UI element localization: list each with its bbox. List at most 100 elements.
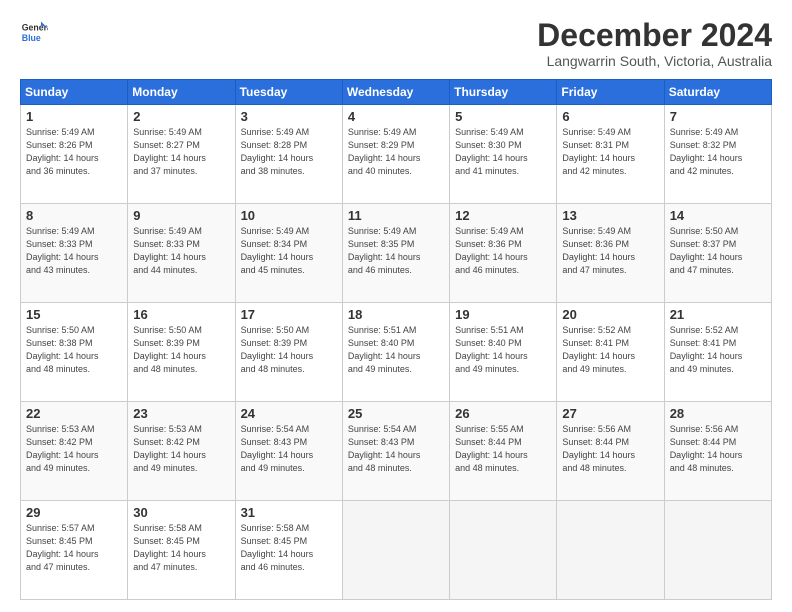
day-info: Sunrise: 5:50 AM Sunset: 8:39 PM Dayligh… (241, 324, 337, 376)
day-number: 9 (133, 208, 229, 223)
day-info: Sunrise: 5:54 AM Sunset: 8:43 PM Dayligh… (241, 423, 337, 475)
day-cell-8: 8Sunrise: 5:49 AM Sunset: 8:33 PM Daylig… (21, 204, 128, 303)
day-number: 21 (670, 307, 766, 322)
day-number: 30 (133, 505, 229, 520)
day-cell-23: 23 Sunrise: 5:53 AM Sunset: 8:42 PM Dayli… (128, 402, 235, 501)
weekday-header-friday: Friday (557, 80, 664, 105)
day-number: 22 (26, 406, 122, 421)
day-info: Sunrise: 5:57 AM Sunset: 8:45 PM Dayligh… (26, 522, 122, 574)
weekday-header-monday: Monday (128, 80, 235, 105)
day-cell-17: 17Sunrise: 5:50 AM Sunset: 8:39 PM Dayli… (235, 303, 342, 402)
day-number: 28 (670, 406, 766, 421)
day-info: Sunrise: 5:52 AM Sunset: 8:41 PM Dayligh… (562, 324, 658, 376)
day-cell-5: 5Sunrise: 5:49 AM Sunset: 8:30 PM Daylig… (450, 105, 557, 204)
day-info: Sunrise: 5:49 AM Sunset: 8:33 PM Dayligh… (133, 225, 229, 277)
day-cell-3: 3 Sunrise: 5:49 AM Sunset: 8:28 PM Daylig… (235, 105, 342, 204)
day-cell-6: 6Sunrise: 5:49 AM Sunset: 8:31 PM Daylig… (557, 105, 664, 204)
day-info: Sunrise: 5:49 AM Sunset: 8:31 PM Dayligh… (562, 126, 658, 178)
week-row-2: 8 Sunrise: 5:49 AM Sunset: 8:33 PM Daylig… (21, 204, 772, 303)
day-info: Sunrise: 5:58 AM Sunset: 8:45 PM Dayligh… (241, 522, 337, 574)
day-number: 3 (241, 109, 337, 124)
day-number: 18 (348, 307, 444, 322)
day-number: 19 (455, 307, 551, 322)
day-info: Sunrise: 5:52 AM Sunset: 8:41 PM Dayligh… (670, 324, 766, 376)
weekday-header-sunday: Sunday (21, 80, 128, 105)
day-number: 15 (26, 307, 122, 322)
day-number: 27 (562, 406, 658, 421)
day-info: Sunrise: 5:50 AM Sunset: 8:38 PM Dayligh… (26, 324, 122, 376)
day-info: Sunrise: 5:54 AM Sunset: 8:43 PM Dayligh… (348, 423, 444, 475)
day-number: 11 (348, 208, 444, 223)
day-info: Sunrise: 5:49 AM Sunset: 8:34 PM Dayligh… (241, 225, 337, 277)
day-info: Sunrise: 5:49 AM Sunset: 8:28 PM Dayligh… (241, 126, 337, 178)
weekday-header-thursday: Thursday (450, 80, 557, 105)
day-info: Sunrise: 5:49 AM Sunset: 8:36 PM Dayligh… (562, 225, 658, 277)
day-cell-28: 28Sunrise: 5:56 AM Sunset: 8:44 PM Dayli… (664, 402, 771, 501)
weekday-header-saturday: Saturday (664, 80, 771, 105)
day-cell-19: 19 Sunrise: 5:51 AM Sunset: 8:40 PM Dayli… (450, 303, 557, 402)
day-cell-31: 31Sunrise: 5:58 AM Sunset: 8:45 PM Dayli… (235, 501, 342, 600)
empty-cell (342, 501, 449, 600)
week-row-1: 1 Sunrise: 5:49 AM Sunset: 8:26 PM Daylig… (21, 105, 772, 204)
day-number: 1 (26, 109, 122, 124)
header: General Blue December 2024 Langwarrin So… (20, 18, 772, 69)
empty-cell (664, 501, 771, 600)
day-cell-4: 4Sunrise: 5:49 AM Sunset: 8:29 PM Daylig… (342, 105, 449, 204)
day-info: Sunrise: 5:51 AM Sunset: 8:40 PM Dayligh… (455, 324, 551, 376)
day-info: Sunrise: 5:49 AM Sunset: 8:36 PM Dayligh… (455, 225, 551, 277)
day-info: Sunrise: 5:55 AM Sunset: 8:44 PM Dayligh… (455, 423, 551, 475)
day-number: 10 (241, 208, 337, 223)
day-info: Sunrise: 5:53 AM Sunset: 8:42 PM Dayligh… (26, 423, 122, 475)
day-cell-10: 10 Sunrise: 5:49 AM Sunset: 8:34 PM Dayli… (235, 204, 342, 303)
calendar-table: SundayMondayTuesdayWednesdayThursdayFrid… (20, 79, 772, 600)
page: General Blue December 2024 Langwarrin So… (0, 0, 792, 612)
day-info: Sunrise: 5:50 AM Sunset: 8:39 PM Dayligh… (133, 324, 229, 376)
day-cell-12: 12 Sunrise: 5:49 AM Sunset: 8:36 PM Dayli… (450, 204, 557, 303)
week-row-3: 15 Sunrise: 5:50 AM Sunset: 8:38 PM Dayli… (21, 303, 772, 402)
day-info: Sunrise: 5:49 AM Sunset: 8:30 PM Dayligh… (455, 126, 551, 178)
day-number: 12 (455, 208, 551, 223)
day-cell-22: 22 Sunrise: 5:53 AM Sunset: 8:42 PM Dayli… (21, 402, 128, 501)
day-info: Sunrise: 5:51 AM Sunset: 8:40 PM Dayligh… (348, 324, 444, 376)
week-row-4: 22 Sunrise: 5:53 AM Sunset: 8:42 PM Dayli… (21, 402, 772, 501)
day-cell-7: 7 Sunrise: 5:49 AM Sunset: 8:32 PM Daylig… (664, 105, 771, 204)
day-number: 2 (133, 109, 229, 124)
day-number: 8 (26, 208, 122, 223)
day-info: Sunrise: 5:49 AM Sunset: 8:26 PM Dayligh… (26, 126, 122, 178)
day-cell-20: 20Sunrise: 5:52 AM Sunset: 8:41 PM Dayli… (557, 303, 664, 402)
day-number: 29 (26, 505, 122, 520)
day-cell-27: 27 Sunrise: 5:56 AM Sunset: 8:44 PM Dayli… (557, 402, 664, 501)
day-info: Sunrise: 5:58 AM Sunset: 8:45 PM Dayligh… (133, 522, 229, 574)
day-cell-18: 18 Sunrise: 5:51 AM Sunset: 8:40 PM Dayli… (342, 303, 449, 402)
day-cell-9: 9 Sunrise: 5:49 AM Sunset: 8:33 PM Daylig… (128, 204, 235, 303)
day-info: Sunrise: 5:49 AM Sunset: 8:35 PM Dayligh… (348, 225, 444, 277)
weekday-header-row: SundayMondayTuesdayWednesdayThursdayFrid… (21, 80, 772, 105)
day-cell-14: 14Sunrise: 5:50 AM Sunset: 8:37 PM Dayli… (664, 204, 771, 303)
day-cell-25: 25 Sunrise: 5:54 AM Sunset: 8:43 PM Dayli… (342, 402, 449, 501)
logo-icon: General Blue (20, 18, 48, 46)
day-info: Sunrise: 5:53 AM Sunset: 8:42 PM Dayligh… (133, 423, 229, 475)
empty-cell (450, 501, 557, 600)
day-cell-1: 1 Sunrise: 5:49 AM Sunset: 8:26 PM Daylig… (21, 105, 128, 204)
day-number: 4 (348, 109, 444, 124)
day-info: Sunrise: 5:50 AM Sunset: 8:37 PM Dayligh… (670, 225, 766, 277)
day-info: Sunrise: 5:49 AM Sunset: 8:32 PM Dayligh… (670, 126, 766, 178)
day-cell-15: 15 Sunrise: 5:50 AM Sunset: 8:38 PM Dayli… (21, 303, 128, 402)
logo: General Blue (20, 18, 48, 46)
day-number: 23 (133, 406, 229, 421)
day-info: Sunrise: 5:56 AM Sunset: 8:44 PM Dayligh… (562, 423, 658, 475)
month-title: December 2024 (537, 18, 772, 53)
weekday-header-tuesday: Tuesday (235, 80, 342, 105)
day-number: 24 (241, 406, 337, 421)
day-cell-16: 16Sunrise: 5:50 AM Sunset: 8:39 PM Dayli… (128, 303, 235, 402)
svg-text:Blue: Blue (22, 33, 41, 43)
day-cell-26: 26Sunrise: 5:55 AM Sunset: 8:44 PM Dayli… (450, 402, 557, 501)
svg-text:General: General (22, 22, 48, 32)
day-number: 7 (670, 109, 766, 124)
day-cell-30: 30 Sunrise: 5:58 AM Sunset: 8:45 PM Dayli… (128, 501, 235, 600)
title-block: December 2024 Langwarrin South, Victoria… (537, 18, 772, 69)
empty-cell (557, 501, 664, 600)
day-number: 25 (348, 406, 444, 421)
day-cell-11: 11 Sunrise: 5:49 AM Sunset: 8:35 PM Dayli… (342, 204, 449, 303)
day-cell-24: 24 Sunrise: 5:54 AM Sunset: 8:43 PM Dayli… (235, 402, 342, 501)
